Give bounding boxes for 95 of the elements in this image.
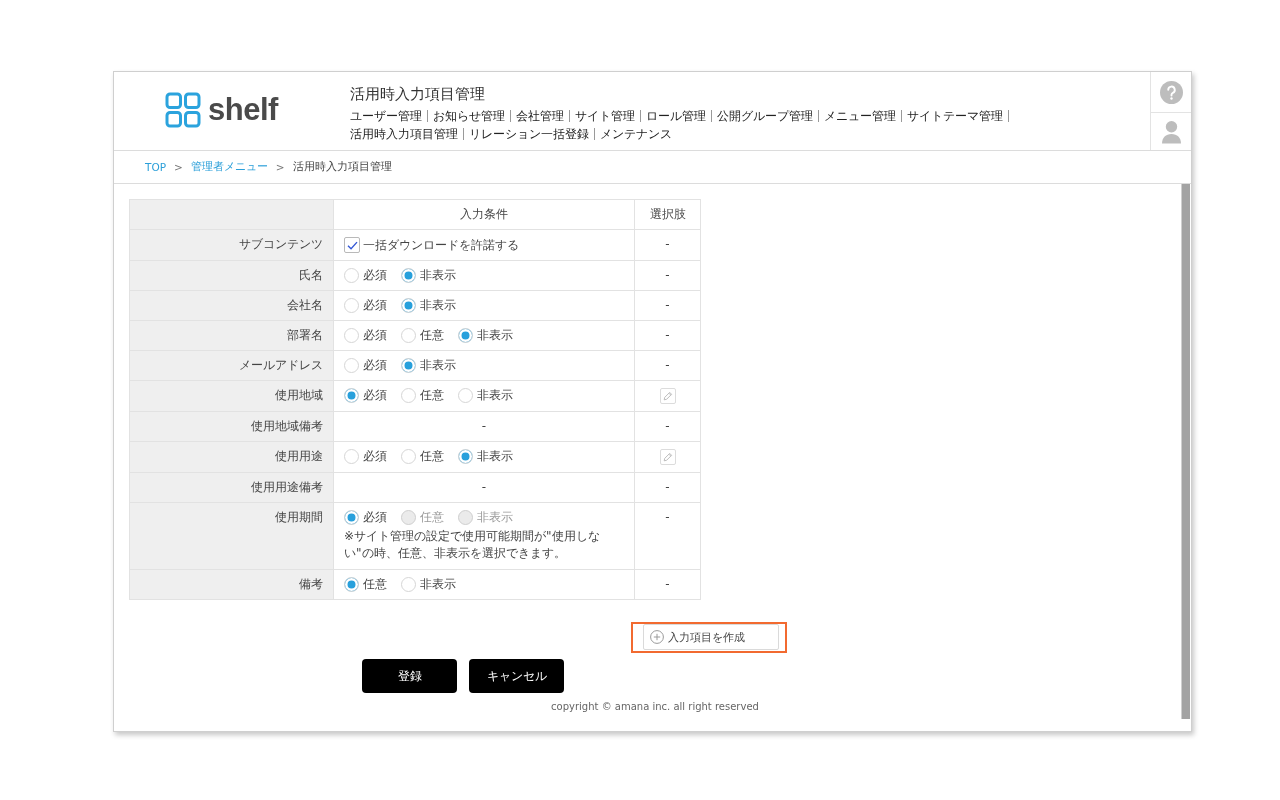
row-label: メールアドレス [129, 350, 334, 381]
option-label: 任意 [363, 577, 387, 592]
edit-button[interactable] [659, 388, 676, 404]
pencil-icon [662, 452, 673, 462]
row-label: サブコンテンツ [129, 229, 334, 261]
row-label: 使用地域備考 [129, 411, 334, 442]
column-header: 選択肢 [634, 199, 701, 230]
option-label: 必須 [363, 328, 387, 343]
radio-button[interactable] [344, 358, 359, 373]
nav-link[interactable]: サイト管理 [575, 107, 635, 125]
radio-button[interactable] [401, 358, 416, 373]
nav-link[interactable]: お知らせ管理 [433, 107, 505, 125]
table-cell: - [634, 260, 701, 291]
radio-button[interactable] [344, 577, 359, 592]
checkbox[interactable] [344, 237, 360, 253]
note-text: ※サイト管理の設定で使用可能期間が"使用しない"の時、任意、非表示を選択できます。 [344, 528, 601, 562]
edit-button[interactable] [659, 449, 676, 465]
row-label: 部署名 [129, 320, 334, 351]
option-label: 非表示 [420, 577, 456, 592]
option-label: 非表示 [420, 358, 456, 373]
table-cell: - [333, 472, 635, 503]
copyright-text: copyright © amana inc. all right reserved [550, 701, 760, 712]
option-label: 非表示 [477, 388, 513, 403]
plus-circle-icon [650, 630, 664, 644]
table-cell: - [634, 502, 701, 570]
option-label: 任意 [420, 388, 444, 403]
pencil-icon [662, 391, 673, 401]
row-label: 使用期間 [129, 502, 334, 570]
radio-button[interactable] [344, 388, 359, 403]
radio-button[interactable] [458, 449, 473, 464]
logo-grid-icon [165, 92, 201, 128]
column-header: 入力条件 [333, 199, 635, 230]
table-cell: - [634, 320, 701, 351]
table-cell: - [634, 290, 701, 321]
option-label: 必須 [363, 298, 387, 313]
nav-link[interactable]: サイトテーマ管理 [907, 107, 1003, 125]
table-cell: - [333, 411, 635, 442]
radio-button[interactable] [344, 298, 359, 313]
breadcrumb-current: 活用時入力項目管理 [292, 160, 392, 174]
radio-button[interactable] [401, 388, 416, 403]
breadcrumb-separator: > [275, 161, 285, 173]
option-label: 必須 [363, 510, 387, 525]
nav-link[interactable]: ユーザー管理 [350, 107, 422, 125]
option-label: 必須 [363, 449, 387, 464]
radio-button[interactable] [401, 268, 416, 283]
action-button[interactable]: キャンセル [469, 659, 564, 693]
radio-button[interactable] [401, 449, 416, 464]
nav-link[interactable]: メニュー管理 [824, 107, 896, 125]
option-label: 非表示 [477, 449, 513, 464]
table-cell: - [634, 229, 701, 261]
row-label: 使用用途 [129, 441, 334, 473]
radio-button[interactable] [458, 328, 473, 343]
radio-button[interactable] [344, 510, 359, 525]
radio-button[interactable] [344, 449, 359, 464]
nav-link[interactable]: 会社管理 [516, 107, 564, 125]
nav-link[interactable]: リレーション一括登録 [469, 125, 589, 143]
nav-link[interactable]: メンテナンス [600, 125, 672, 143]
option-label: 非表示 [477, 510, 513, 525]
page-title: 活用時入力項目管理 [350, 84, 485, 104]
option-label: 非表示 [420, 298, 456, 313]
row-label: 備考 [129, 569, 334, 600]
option-label: 任意 [420, 328, 444, 343]
create-item-button[interactable]: 入力項目を作成 [643, 624, 779, 650]
option-label: 必須 [363, 358, 387, 373]
radio-button[interactable] [401, 328, 416, 343]
scrollbar-thumb[interactable] [1181, 184, 1190, 719]
option-label: 非表示 [420, 268, 456, 283]
radio-button[interactable] [401, 298, 416, 313]
row-label: 使用用途備考 [129, 472, 334, 503]
row-label: 会社名 [129, 290, 334, 321]
option-label: 必須 [363, 388, 387, 403]
table-cell: - [634, 350, 701, 381]
user-icon[interactable] [1161, 119, 1181, 144]
checkmark-icon [346, 240, 358, 250]
row-label: 使用地域 [129, 380, 334, 412]
option-label: 必須 [363, 268, 387, 283]
help-icon[interactable] [1159, 80, 1183, 104]
nav-link[interactable]: ロール管理 [646, 107, 706, 125]
table-cell: - [634, 569, 701, 600]
table-cell: - [634, 411, 701, 442]
nav-link[interactable]: 公開グループ管理 [717, 107, 813, 125]
radio-button[interactable] [401, 577, 416, 592]
radio-button[interactable] [344, 268, 359, 283]
row-label: 氏名 [129, 260, 334, 291]
radio-button[interactable] [344, 328, 359, 343]
table-cell: - [634, 472, 701, 503]
option-label: 任意 [420, 510, 444, 525]
breadcrumb-separator: > [174, 161, 183, 173]
checkbox-label: 一括ダウンロードを許諾する [363, 237, 519, 253]
action-button[interactable]: 登録 [362, 659, 457, 693]
option-label: 非表示 [477, 328, 513, 343]
option-label: 任意 [420, 449, 444, 464]
nav-link[interactable]: 活用時入力項目管理 [350, 125, 458, 143]
radio-button[interactable] [458, 388, 473, 403]
logo-text: shelf [208, 92, 278, 128]
